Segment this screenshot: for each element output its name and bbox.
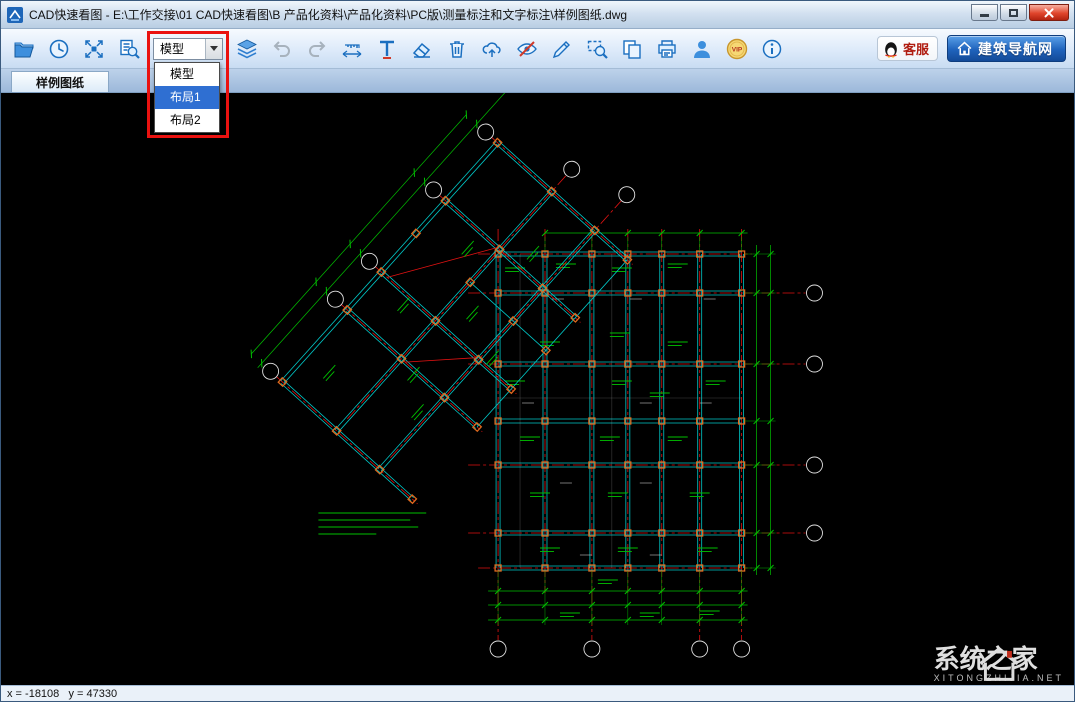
- house-icon: [957, 41, 972, 56]
- chevron-down-icon[interactable]: [205, 38, 222, 59]
- drawing-canvas[interactable]: 系统之家 XITONGZHIJIA.NET: [1, 93, 1074, 685]
- layers-button[interactable]: [236, 38, 258, 60]
- undo-button[interactable]: [271, 38, 293, 60]
- dropdown-option-model[interactable]: 模型: [155, 63, 219, 86]
- maximize-button[interactable]: [1000, 4, 1027, 21]
- zoom-window-button[interactable]: [586, 38, 608, 60]
- nav-site-label: 建筑导航网: [978, 40, 1053, 57]
- app-window: CAD快速看图 - E:\工作交接\01 CAD快速看图\B 产品化资料\产品化…: [0, 0, 1075, 702]
- window-controls: [969, 1, 1069, 28]
- close-button[interactable]: [1029, 4, 1069, 21]
- print-button[interactable]: [656, 38, 678, 60]
- minimize-icon: [980, 14, 989, 17]
- find-button[interactable]: [118, 38, 140, 60]
- cloud-markup-button[interactable]: [481, 38, 503, 60]
- dropdown-option-layout1[interactable]: 布局1: [155, 86, 219, 109]
- toolbar-right-group: 客服 建筑导航网: [876, 35, 1066, 62]
- vip-label: VIP: [732, 46, 743, 53]
- info-button[interactable]: [761, 38, 783, 60]
- layout-dropdown-value: 模型: [160, 42, 185, 56]
- cursor-coordinates: x = -18108 y = 47330: [7, 687, 118, 700]
- window-title: CAD快速看图 - E:\工作交接\01 CAD快速看图\B 产品化资料\产品化…: [29, 8, 628, 22]
- status-bar: x = -18108 y = 47330: [1, 685, 1074, 701]
- text-annotation-button[interactable]: [376, 38, 398, 60]
- delete-button[interactable]: [446, 38, 468, 60]
- measure-button[interactable]: [341, 38, 363, 60]
- vip-button[interactable]: VIP: [726, 38, 748, 60]
- maximize-icon: [1009, 8, 1018, 17]
- close-icon: [1044, 8, 1054, 18]
- fit-view-button[interactable]: [83, 38, 105, 60]
- recent-files-button[interactable]: [48, 38, 70, 60]
- dropdown-option-layout2[interactable]: 布局2: [155, 109, 219, 132]
- qq-penguin-icon: [885, 41, 897, 58]
- eraser-button[interactable]: [411, 38, 433, 60]
- draw-annotation-button[interactable]: [551, 38, 573, 60]
- copy-layout-button[interactable]: [621, 38, 643, 60]
- nav-site-button[interactable]: 建筑导航网: [947, 35, 1066, 62]
- open-file-button[interactable]: [13, 38, 35, 60]
- customer-service-label: 客服: [902, 42, 929, 57]
- minimize-button[interactable]: [971, 4, 998, 21]
- layout-dropdown[interactable]: 模型: [153, 37, 223, 60]
- title-bar: CAD快速看图 - E:\工作交接\01 CAD快速看图\B 产品化资料\产品化…: [1, 1, 1074, 29]
- user-account-button[interactable]: [691, 38, 713, 60]
- cad-drawing: [1, 93, 1074, 685]
- customer-service-button[interactable]: 客服: [876, 36, 938, 61]
- layout-dropdown-list: 模型 布局1 布局2: [154, 62, 220, 133]
- app-logo-icon: [7, 6, 23, 23]
- hide-annotations-button[interactable]: [516, 38, 538, 60]
- redo-button[interactable]: [306, 38, 328, 60]
- tab-sample-drawing[interactable]: 样例图纸: [11, 71, 110, 92]
